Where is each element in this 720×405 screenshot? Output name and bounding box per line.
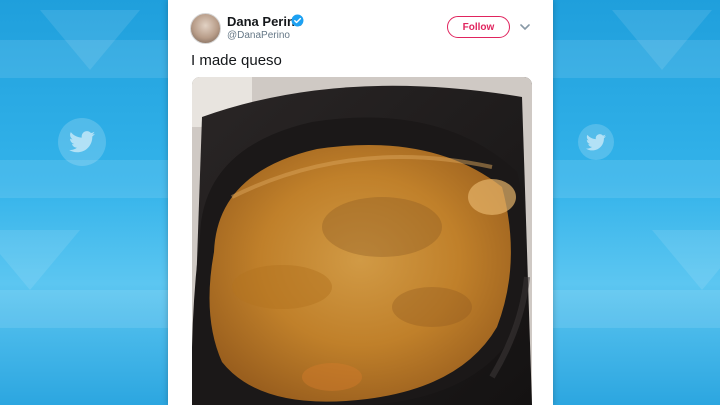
- verified-badge-icon: [291, 14, 304, 27]
- right-background-panel: [552, 0, 720, 405]
- background-chevron: [652, 230, 720, 290]
- background-chevron: [612, 10, 712, 70]
- queso-crockpot-image: [192, 77, 532, 405]
- chevron-down-icon[interactable]: [520, 23, 530, 31]
- tweet-card: Dana Perino @DanaPerino Follow I made qu…: [168, 0, 553, 405]
- background-stripe: [0, 290, 168, 328]
- left-background-panel: [0, 0, 168, 405]
- background-chevron: [40, 10, 140, 70]
- twitter-bird-icon: [58, 118, 106, 166]
- tweet-photo[interactable]: [192, 77, 532, 405]
- author-handle[interactable]: @DanaPerino: [227, 30, 290, 41]
- background-chevron: [0, 230, 80, 290]
- twitter-bird-icon: [578, 124, 614, 160]
- avatar[interactable]: [190, 13, 221, 44]
- background-stripe: [552, 290, 720, 328]
- tweet-text: I made queso: [191, 52, 282, 69]
- follow-button[interactable]: Follow: [447, 16, 510, 38]
- background-stripe: [552, 160, 720, 198]
